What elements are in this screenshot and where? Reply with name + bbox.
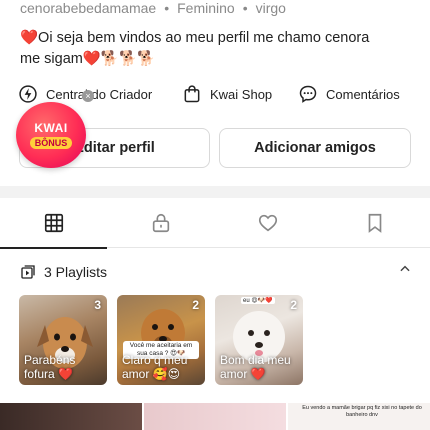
playlist-title: Bom dia meu amor ❤️ <box>220 353 291 381</box>
playlist-count: 2 <box>192 298 199 312</box>
badge-subtitle: BÔNUS <box>29 137 73 149</box>
lightning-icon <box>19 85 37 103</box>
bio-line: ❤️Oi seja bem vindos ao meu perfil me ch… <box>20 30 370 46</box>
playlist-count: 3 <box>94 298 101 312</box>
tab-likes[interactable] <box>214 198 321 248</box>
playlists-count: 3 Playlists <box>44 264 108 280</box>
playlist-title: Claro q meu amor 🥰😍 <box>122 353 188 381</box>
chevron-up-icon[interactable] <box>398 262 412 276</box>
gender: Feminino <box>177 0 235 16</box>
profile-actions: Central do Criador Kwai Shop Comentários <box>18 84 418 106</box>
playlist-card[interactable]: 2 eu 😍🐶❤️ Bom dia meu amor ❤️ <box>215 295 303 385</box>
comments-button[interactable]: Comentários <box>298 84 400 104</box>
playlist-card[interactable]: 2 Você me aceitaria em sua casa ? 😍🐶 Cla… <box>117 295 205 385</box>
section-divider <box>0 186 430 198</box>
add-friends-button[interactable]: Adicionar amigos <box>219 128 411 168</box>
heart-icon <box>258 214 277 232</box>
tab-videos[interactable] <box>0 198 107 249</box>
separator-dot: • <box>242 0 248 16</box>
shopping-bag-icon <box>184 85 200 103</box>
video-caption: eu 😍🐶❤️ <box>241 297 275 304</box>
comments-label: Comentários <box>326 86 400 102</box>
zodiac-sign: virgo <box>255 0 286 16</box>
grid-icon <box>44 213 63 233</box>
bio-line: me sigam❤️🐕🐕🐕 <box>20 51 156 67</box>
separator-dot: • <box>164 0 170 16</box>
badge-close-icon[interactable]: × <box>82 90 94 102</box>
video-thumbnail[interactable]: Eu vendo a mamãe brigar pq fiz xixi no t… <box>288 403 430 430</box>
playlist-icon <box>21 265 35 279</box>
tab-saved[interactable] <box>321 198 428 248</box>
creator-center-label: Central do Criador <box>46 86 153 102</box>
kwai-bonus-badge[interactable]: KWAI BÔNUS <box>16 102 86 168</box>
playlists-header[interactable]: 3 Playlists <box>20 262 412 282</box>
tab-private[interactable] <box>107 198 214 248</box>
badge-title: KWAI <box>34 121 68 135</box>
playlist-count: 2 <box>290 298 297 312</box>
username: cenorabebedamamae <box>20 0 157 16</box>
bookmark-icon <box>368 213 381 233</box>
playlist-card[interactable]: 3 Parabéns fofura ❤️ <box>19 295 107 385</box>
content-tabs <box>0 198 430 249</box>
comment-bubble-icon <box>299 85 317 103</box>
video-thumbnail[interactable] <box>0 403 142 430</box>
lock-icon <box>152 213 169 233</box>
kwai-shop-label: Kwai Shop <box>210 86 273 102</box>
playlist-title: Parabéns fofura ❤️ <box>24 353 76 381</box>
kwai-shop-button[interactable]: Kwai Shop <box>182 84 272 104</box>
video-thumbnail[interactable] <box>144 403 286 430</box>
profile-meta: cenorabebedamamae • Feminino • virgo <box>20 0 286 16</box>
video-caption: Eu vendo a mamãe brigar pq fiz xixi no t… <box>302 405 422 418</box>
profile-bio: ❤️Oi seja bem vindos ao meu perfil me ch… <box>20 28 400 70</box>
